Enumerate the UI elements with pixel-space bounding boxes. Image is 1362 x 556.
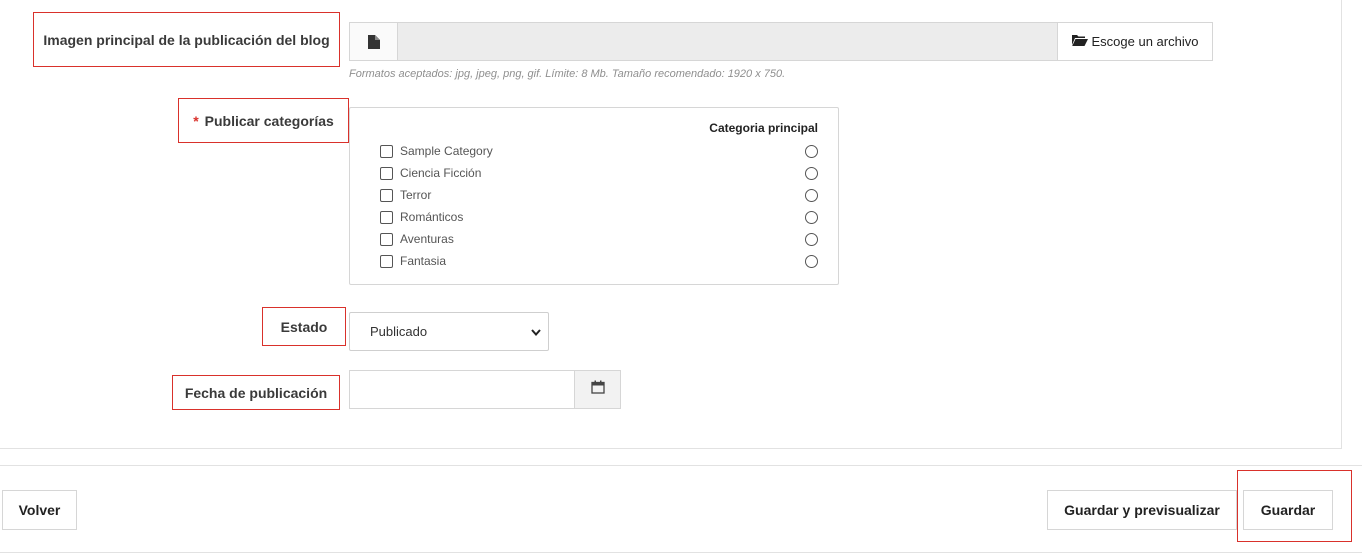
save-button-highlight: [1237, 470, 1352, 542]
publication-date-group: [349, 370, 621, 409]
category-row: Sample Category: [380, 142, 818, 160]
category-row: Fantasia: [380, 252, 818, 270]
category-checkbox[interactable]: [380, 210, 393, 224]
primary-category-header: Categoria principal: [709, 121, 818, 135]
date-field-label: Fecha de publicación: [172, 375, 340, 410]
back-button-label: Volver: [18, 502, 61, 518]
category-checkbox[interactable]: [380, 166, 393, 180]
category-row: Aventuras: [380, 230, 818, 248]
category-label: Sample Category: [400, 144, 493, 158]
save-and-preview-button[interactable]: Guardar y previsualizar: [1047, 490, 1237, 530]
file-icon: [350, 23, 398, 60]
primary-category-radio[interactable]: [805, 232, 818, 246]
choose-file-button[interactable]: Escoge un archivo: [1057, 23, 1212, 60]
primary-category-radio[interactable]: [805, 210, 818, 224]
category-label: Fantasia: [400, 254, 447, 268]
category-checkbox[interactable]: [380, 232, 393, 246]
category-row: Románticos: [380, 208, 818, 226]
category-label: Ciencia Ficción: [400, 166, 482, 180]
primary-category-radio[interactable]: [805, 144, 818, 158]
image-field-label: Imagen principal de la publicación del b…: [33, 12, 340, 67]
category-checkbox[interactable]: [380, 188, 393, 202]
form-panel: Imagen principal de la publicación del b…: [0, 0, 1342, 449]
date-label-text: Fecha de publicación: [184, 384, 328, 401]
category-checkbox[interactable]: [380, 144, 393, 158]
chevron-down-icon: [530, 326, 542, 341]
file-upload-group: Escoge un archivo: [349, 22, 1213, 61]
categories-label-text: Publicar categorías: [204, 112, 334, 129]
required-marker: *: [193, 112, 199, 129]
save-and-preview-label: Guardar y previsualizar: [1064, 502, 1220, 518]
calendar-icon: [590, 380, 605, 399]
category-row: Terror: [380, 186, 818, 204]
categories-field-label: * Publicar categorías: [178, 98, 349, 143]
status-field-label: Estado: [262, 307, 346, 346]
primary-category-radio[interactable]: [805, 188, 818, 202]
categories-box: Categoria principal Sample Category Cien…: [349, 107, 839, 285]
calendar-button[interactable]: [574, 371, 620, 408]
choose-file-label: Escoge un archivo: [1091, 34, 1199, 49]
primary-category-radio[interactable]: [805, 166, 818, 180]
file-help-text: Formatos aceptados: jpg, jpeg, png, gif.…: [349, 68, 786, 80]
status-select-value: Publicado: [370, 324, 428, 339]
category-row: Ciencia Ficción: [380, 164, 818, 182]
category-label: Aventuras: [400, 232, 454, 246]
category-checkbox[interactable]: [380, 254, 393, 268]
folder-open-icon: [1071, 34, 1092, 49]
publication-date-input[interactable]: [350, 371, 574, 408]
back-button[interactable]: Volver: [2, 490, 77, 530]
primary-category-radio[interactable]: [805, 254, 818, 268]
status-select[interactable]: Publicado: [349, 312, 549, 351]
image-field-label-text: Imagen principal de la publicación del b…: [43, 31, 330, 48]
category-label: Románticos: [400, 210, 464, 224]
form-footer: Volver Guardar y previsualizar Guardar: [0, 465, 1362, 553]
category-label: Terror: [400, 188, 432, 202]
status-label-text: Estado: [280, 318, 328, 335]
file-path-display[interactable]: [398, 23, 1057, 60]
